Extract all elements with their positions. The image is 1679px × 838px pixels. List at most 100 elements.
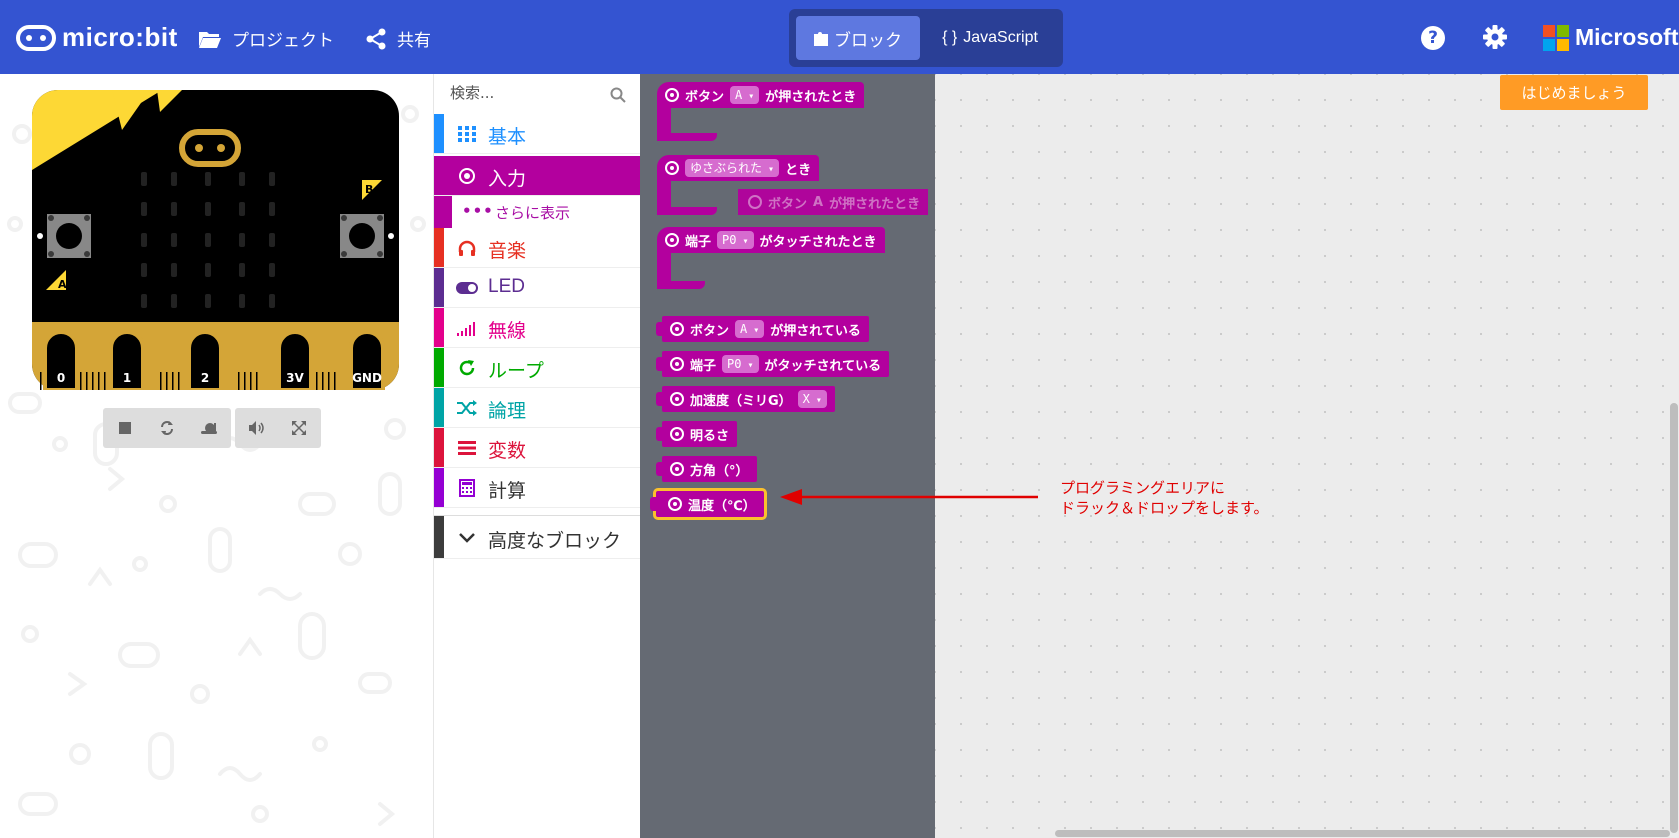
toggle-icon [456,278,478,298]
block-pin-is-pressed[interactable]: 端子 P0 がタッチされている [655,351,890,377]
vertical-scrollbar[interactable] [1670,403,1678,833]
microsoft-logo-square [1557,38,1569,51]
input-target-icon [748,195,762,209]
share-button[interactable]: 共有 [365,26,431,51]
slowmo-button[interactable] [197,416,221,440]
category-label: 無線 [488,320,527,342]
category-input[interactable]: 入力 [434,156,641,196]
block-on-gesture[interactable]: ゆさぶられた とき [657,155,820,181]
grid-icon [456,124,478,144]
block-light-level[interactable]: 明るさ [655,421,738,447]
block-dropdown[interactable]: P0 [722,355,759,373]
programming-workspace[interactable] [935,74,1679,838]
category-basic[interactable]: 基本 [434,114,641,154]
settings-button[interactable] [1482,24,1508,54]
input-target-icon [665,161,679,175]
button-b[interactable] [340,214,384,258]
search-input[interactable] [450,84,610,102]
category-radio[interactable]: 無線 [434,308,641,348]
simulator-controls [103,408,321,448]
tab-javascript-label: JavaScript [963,29,1038,46]
block-dropdown[interactable]: P0 [717,231,754,249]
braces-icon: { } [942,29,958,46]
help-button[interactable]: ? [1421,26,1445,50]
category-logic[interactable]: 論理 [434,388,641,428]
button-a-label: A [58,278,67,291]
block-text: が押されたとき [765,89,857,105]
category-math[interactable]: 計算 [434,468,641,508]
toolbox: 基本 入力 ••• さらに表示 音楽 LED 無線 [433,74,641,838]
block-c-body [657,133,717,141]
microsoft-logo[interactable]: Microsoft [1543,24,1679,51]
block-text: がタッチされたとき [759,234,877,250]
search-icon[interactable] [610,87,626,103]
stop-button[interactable] [113,416,137,440]
block-dropdown[interactable]: A [735,320,765,338]
shuffle-icon [456,398,478,418]
button-a[interactable] [47,214,91,258]
tab-blocks-label: ブロック [834,30,902,51]
simulator-pane: A B 0 1 2 3V GND [0,74,433,838]
input-target-icon [668,497,682,511]
category-color-bar [434,196,452,228]
block-button-is-pressed[interactable]: ボタン A が押されている [656,316,869,342]
pin-label: 0 [57,371,65,385]
editor-toggle: ブロック { } JavaScript [789,9,1063,67]
block-text: 温度（℃） [688,498,756,514]
folder-icon [199,31,221,48]
projects-label: プロジェクト [232,31,334,51]
block-dropdown[interactable]: X [797,390,827,408]
category-label: ループ [488,360,544,382]
input-target-icon [670,357,684,371]
category-advanced[interactable]: 高度なブロック [434,515,641,559]
horizontal-scrollbar[interactable] [1055,830,1670,837]
stop-icon [119,422,131,434]
block-dropdown[interactable]: ゆさぶられた [685,159,780,177]
category-music[interactable]: 音楽 [434,228,641,268]
category-loops[interactable]: ループ [434,348,641,388]
logo-text: micro:bit [62,22,178,52]
microbit-board[interactable]: A B 0 1 2 3V GND [32,90,399,392]
microbit-logo[interactable]: micro:bit [16,22,178,53]
category-variables[interactable]: 変数 [434,428,641,468]
category-color-bar [434,114,444,153]
fullscreen-button[interactable] [287,416,311,440]
block-on-button-pressed[interactable]: ボタン A が押されたとき [657,82,865,108]
help-icon: ? [1428,28,1438,48]
block-text: ボタン [690,323,730,339]
block-acceleration[interactable]: 加速度（ミリG） X [656,386,835,412]
tab-blocks[interactable]: ブロック [796,16,920,60]
restart-button[interactable] [155,416,179,440]
speaker-icon [249,421,264,435]
snail-icon [201,423,217,434]
block-text: 明るさ [690,428,730,444]
input-target-icon [670,322,684,336]
block-on-pin-pressed[interactable]: 端子 P0 がタッチされたとき [657,227,885,253]
get-started-button[interactable]: はじめましょう [1500,75,1648,110]
block-compass-heading[interactable]: 方角（°） [656,456,757,482]
annotation-arrow-icon [780,489,1038,505]
tab-javascript[interactable]: { } JavaScript [923,16,1057,60]
block-text: 端子 [690,358,717,374]
block-text: が押されている [770,323,861,339]
microsoft-logo-square [1543,24,1555,37]
dragging-block-ghost[interactable]: ボタン A が押されたとき [738,189,929,215]
category-input-more[interactable]: ••• さらに表示 [434,196,641,228]
annotation-text: プログラミングエリアに ドラック＆ドロップをします。 [1060,478,1269,518]
category-led[interactable]: LED [434,268,641,308]
simulator-control-group [235,408,321,448]
block-temperature[interactable]: 温度（℃） [650,488,767,520]
block-dropdown[interactable]: A [730,86,760,104]
projects-button[interactable]: プロジェクト [198,26,334,51]
block-text: ボタン [768,196,808,212]
calculator-icon [456,478,478,498]
category-color-bar [434,516,444,558]
block-dropdown: A [813,194,824,210]
mute-button[interactable] [245,416,269,440]
category-color-bar [434,428,444,467]
microsoft-logo-square [1557,24,1569,37]
block-text: が押されたとき [829,196,921,212]
block-c-body [657,207,717,215]
category-label: 変数 [488,440,527,462]
microsoft-logo-square [1543,38,1555,51]
